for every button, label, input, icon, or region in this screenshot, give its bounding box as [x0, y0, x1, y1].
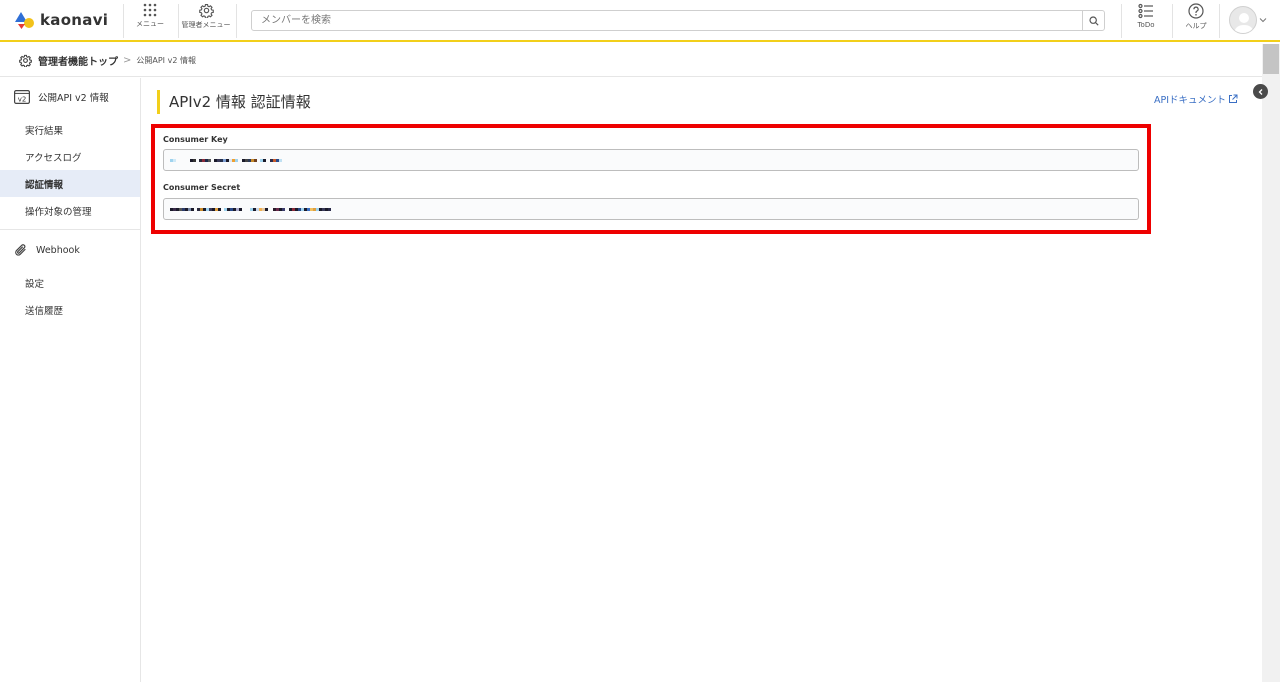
gear-icon — [198, 4, 214, 18]
chevron-left-icon — [1258, 88, 1262, 95]
sidebar-section-api-label: 公開API v2 情報 — [38, 93, 109, 104]
chevron-down-icon — [1259, 18, 1267, 23]
header-divider — [236, 4, 237, 38]
logo[interactable]: kaonavi — [14, 10, 108, 30]
grid-icon — [143, 3, 157, 17]
user-menu[interactable] — [1229, 6, 1267, 34]
main-content: APIv2 情報 認証情報 APIドキュメント Consumer Key Con… — [142, 78, 1268, 682]
sidebar: v2 公開API v2 情報 実行結果 アクセスログ 認証情報 操作対象の管理 … — [0, 78, 141, 682]
consumer-key-masked-value — [170, 156, 282, 165]
checklist-icon — [1138, 3, 1153, 19]
breadcrumb-admin-top[interactable]: 管理者機能トップ — [38, 53, 118, 68]
todo-label: ToDo — [1137, 21, 1155, 29]
sidebar-section-webhook-label: Webhook — [36, 244, 80, 256]
help-button[interactable]: ヘルプ — [1171, 3, 1221, 39]
sidebar-item-access-log[interactable]: アクセスログ — [0, 143, 140, 170]
consumer-secret-label: Consumer Secret — [163, 183, 241, 192]
consumer-key-field[interactable] — [163, 149, 1139, 171]
consumer-secret-masked-value — [170, 205, 331, 214]
sidebar-item-auth-info[interactable]: 認証情報 — [0, 170, 140, 197]
sidebar-item-send-history[interactable]: 送信履歴 — [0, 296, 140, 323]
admin-menu-label: 管理者メニュー — [181, 21, 231, 29]
top-header: kaonavi メニュー 管理者メニュー メンバーを検索 ToDo ヘルプ — [0, 0, 1280, 42]
api-v2-icon: v2 — [14, 90, 30, 104]
avatar — [1229, 6, 1257, 34]
sidebar-section-webhook: Webhook — [0, 231, 140, 269]
user-icon — [1234, 13, 1254, 33]
api-document-link-label: APIドキュメント — [1154, 95, 1227, 106]
external-link-icon — [1229, 94, 1238, 103]
kaonavi-logo-icon — [14, 10, 36, 30]
search-button[interactable] — [1082, 11, 1104, 30]
consumer-key-label: Consumer Key — [163, 135, 228, 144]
paperclip-icon — [15, 244, 26, 256]
breadcrumb-separator: > — [123, 54, 132, 66]
credentials-highlight-box: Consumer Key Consumer Secret — [151, 124, 1151, 234]
menu-button[interactable]: メニュー — [125, 3, 175, 39]
sidebar-item-execution-results[interactable]: 実行結果 — [0, 116, 140, 143]
sidebar-section-api: v2 公開API v2 情報 — [0, 78, 140, 116]
sidebar-item-target-management[interactable]: 操作対象の管理 — [0, 197, 140, 224]
breadcrumb: 管理者機能トップ > 公開API v2 情報 — [0, 44, 1262, 77]
todo-button[interactable]: ToDo — [1121, 3, 1171, 39]
page-title: APIv2 情報 認証情報 — [157, 90, 311, 114]
header-divider — [123, 4, 124, 38]
api-document-link[interactable]: APIドキュメント — [1154, 92, 1238, 106]
consumer-secret-field[interactable] — [163, 198, 1139, 220]
search-input[interactable] — [252, 11, 1082, 30]
admin-menu-button[interactable]: 管理者メニュー — [181, 3, 231, 39]
menu-label: メニュー — [136, 20, 164, 28]
member-search — [251, 10, 1105, 31]
sidebar-item-settings[interactable]: 設定 — [0, 269, 140, 296]
svg-text:v2: v2 — [18, 96, 27, 104]
breadcrumb-current: 公開API v2 情報 — [136, 55, 196, 65]
gear-icon — [19, 54, 32, 67]
header-divider — [178, 4, 179, 38]
page-scrollbar[interactable] — [1262, 44, 1280, 682]
header-divider — [1219, 4, 1220, 38]
help-label: ヘルプ — [1185, 22, 1207, 30]
scrollbar-thumb[interactable] — [1263, 44, 1279, 74]
help-icon — [1188, 3, 1204, 19]
sidebar-divider — [0, 229, 140, 230]
search-icon — [1088, 15, 1099, 26]
logo-text: kaonavi — [40, 11, 109, 29]
collapse-panel-button[interactable] — [1253, 84, 1268, 99]
